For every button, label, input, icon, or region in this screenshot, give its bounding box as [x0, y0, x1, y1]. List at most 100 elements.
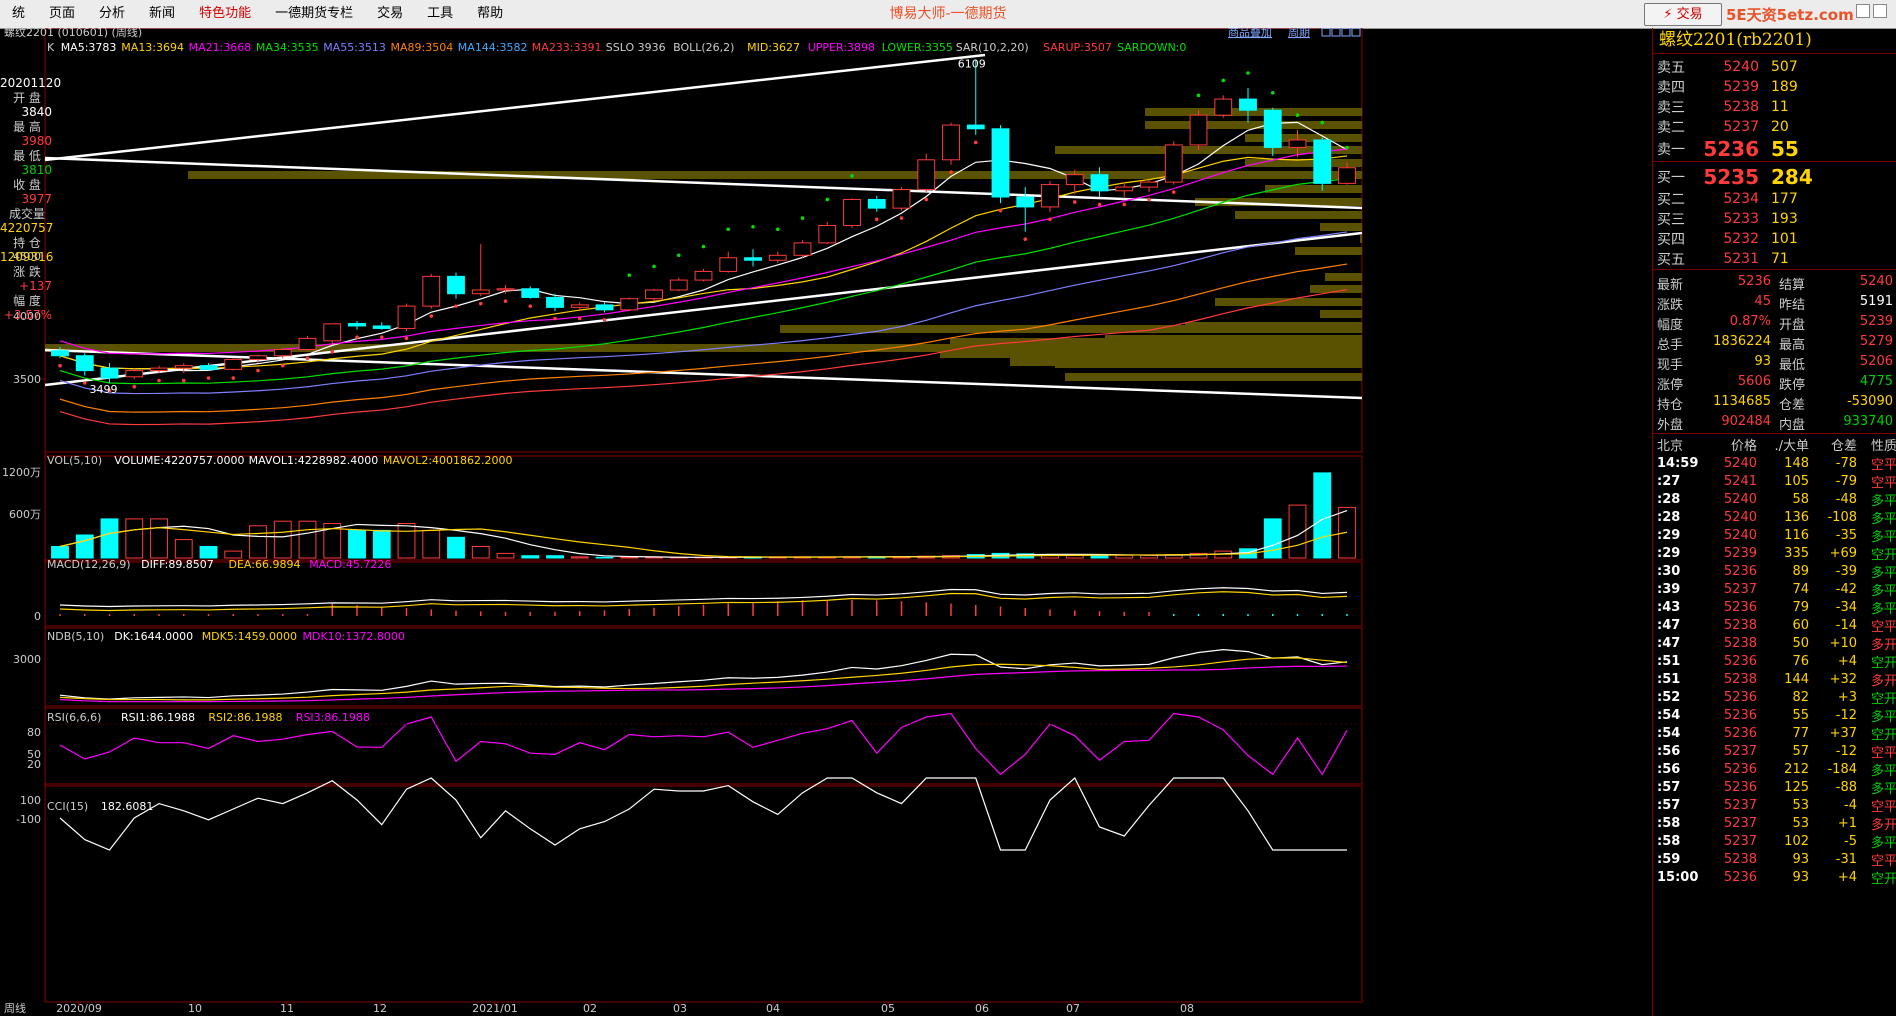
candle-body[interactable]	[892, 189, 911, 209]
tick-row[interactable]: :58 5237 102 -5 多平	[1653, 832, 1896, 851]
tick-row[interactable]: :54 5236 55 -12 多平	[1653, 706, 1896, 725]
tick-row[interactable]: :56 5236 212 -184 多平	[1653, 760, 1896, 779]
candle-body[interactable]	[867, 198, 886, 209]
candle-body[interactable]	[546, 296, 564, 308]
candle-body[interactable]	[1214, 98, 1233, 116]
kline-chart[interactable]: 螺纹2201 (010601) (周线) 商品叠加 周期 K MA5:3783 MA13:…	[0, 28, 1652, 1016]
candle-body[interactable]	[694, 270, 713, 281]
menu-item-5[interactable]: 一德期货专栏	[263, 0, 365, 28]
candle-body[interactable]	[1041, 184, 1059, 208]
candle-body[interactable]	[174, 365, 193, 369]
layout-icon[interactable]	[1341, 28, 1351, 37]
menu-item-6[interactable]: 交易	[365, 0, 415, 28]
candle-body[interactable]	[768, 254, 787, 261]
candle-body[interactable]	[1164, 144, 1183, 183]
candle-body[interactable]	[397, 305, 416, 329]
close-icon[interactable]	[1873, 4, 1887, 18]
menu-item-4[interactable]: 特色功能	[187, 0, 263, 28]
candle-body[interactable]	[595, 304, 614, 311]
tick-row[interactable]: :29 5240 116 -35 多平	[1653, 526, 1896, 545]
candle-body[interactable]	[570, 304, 589, 308]
candle-body[interactable]	[1115, 186, 1134, 192]
candle-body[interactable]	[51, 350, 69, 357]
candle-body[interactable]	[100, 367, 119, 379]
candle-body[interactable]	[843, 198, 861, 227]
candle-body[interactable]	[1263, 109, 1282, 148]
candle-body[interactable]	[199, 365, 218, 370]
candle-body[interactable]	[917, 159, 936, 191]
candle-body[interactable]	[348, 322, 366, 327]
candle-body[interactable]	[793, 242, 812, 256]
candle-body[interactable]	[125, 370, 144, 378]
candle-body[interactable]	[744, 257, 762, 261]
menu-item-2[interactable]: 分析	[87, 0, 137, 28]
tick-row[interactable]: :56 5237 57 -12 空平	[1653, 742, 1896, 761]
candle-body[interactable]	[1065, 174, 1084, 186]
trade-button[interactable]: ⚡ 交易	[1644, 3, 1722, 26]
menu-item-0[interactable]: 统	[0, 0, 37, 28]
menu-item-8[interactable]: 帮助	[465, 0, 515, 28]
candle-body[interactable]	[669, 279, 688, 291]
tick-row[interactable]: :51 5238 144 +32 多开	[1653, 670, 1896, 689]
trend-line[interactable]	[44, 53, 986, 162]
menu-item-3[interactable]: 新闻	[137, 0, 187, 28]
candle-body[interactable]	[719, 257, 738, 272]
candle-body[interactable]	[298, 337, 317, 351]
candle-body[interactable]	[496, 288, 515, 291]
candle-body[interactable]	[1016, 196, 1035, 208]
tick-row[interactable]: :58 5237 53 +1 多开	[1653, 814, 1896, 833]
header-link[interactable]: 周期	[1288, 28, 1310, 39]
header-link[interactable]: 商品叠加	[1228, 28, 1272, 39]
tick-row[interactable]: :47 5238 50 +10 多开	[1653, 634, 1896, 653]
menu-item-7[interactable]: 工具	[415, 0, 465, 28]
candle-body[interactable]	[447, 275, 465, 295]
tick-row[interactable]: :57 5236 125 -88 多平	[1653, 778, 1896, 797]
candle-body[interactable]	[150, 367, 168, 372]
candle-body[interactable]	[966, 124, 985, 130]
candle-body[interactable]	[1090, 174, 1109, 192]
candle-body[interactable]	[818, 225, 837, 244]
tick-row[interactable]: :30 5236 89 -39 多平	[1653, 562, 1896, 581]
tick-row[interactable]: :51 5236 76 +4 空开	[1653, 652, 1896, 671]
minimize-icon[interactable]	[1856, 4, 1870, 18]
tick-row[interactable]: :28 5240 136 -108 多平	[1653, 508, 1896, 527]
candle-body[interactable]	[422, 275, 441, 307]
candle-body[interactable]	[372, 325, 391, 329]
candle-body[interactable]	[323, 323, 342, 342]
candle-body[interactable]	[1189, 114, 1208, 146]
candle-body[interactable]	[1313, 139, 1332, 184]
candle-body[interactable]	[224, 358, 243, 370]
tick-row[interactable]: :59 5238 93 -31 空平	[1653, 850, 1896, 869]
tick-list[interactable]: 北京 价格 ./大单 仓差 性质 14:59 5240 148 -78 空平:27 5241 105 -…	[1653, 434, 1896, 887]
candle-body[interactable]	[75, 355, 94, 372]
candle-body[interactable]	[249, 355, 267, 360]
candle-body[interactable]	[1239, 98, 1257, 111]
tick-row[interactable]: :57 5237 53 -4 空平	[1653, 796, 1896, 815]
candle-body[interactable]	[1140, 181, 1158, 188]
tick-row[interactable]: 14:59 5240 148 -78 空平	[1653, 454, 1896, 473]
menu-item-1[interactable]: 页面	[37, 0, 87, 28]
candle-body[interactable]	[991, 128, 1010, 198]
tick-row[interactable]: :29 5239 335 +69 空开	[1653, 544, 1896, 563]
candle-body[interactable]	[620, 298, 639, 311]
layout-icon[interactable]	[1351, 28, 1361, 37]
chart-area[interactable]: 螺纹2201 (010601) (周线) 商品叠加 周期 K MA5:3783 MA13:…	[0, 28, 1652, 1016]
candle-body[interactable]	[521, 288, 540, 298]
candle-body[interactable]	[942, 124, 960, 161]
tick-row[interactable]: :43 5236 79 -34 多平	[1653, 598, 1896, 617]
tick-row[interactable]: :47 5238 60 -14 空平	[1653, 616, 1896, 635]
candle-body[interactable]	[645, 289, 663, 300]
tick-row[interactable]: :28 5240 58 -48 多平	[1653, 490, 1896, 509]
candle-body[interactable]	[273, 349, 292, 357]
layout-icon[interactable]	[1331, 28, 1341, 37]
tick-row[interactable]: :54 5236 77 +37 空开	[1653, 724, 1896, 743]
trend-line[interactable]	[44, 156, 1363, 210]
tick-row[interactable]: :52 5236 82 +3 空开	[1653, 688, 1896, 707]
layout-icon[interactable]	[1321, 28, 1331, 37]
candle-body[interactable]	[471, 289, 490, 295]
tick-row[interactable]: :27 5241 105 -79 空平	[1653, 472, 1896, 491]
candle-body[interactable]	[1288, 139, 1307, 148]
tick-row[interactable]: :39 5237 74 -42 多平	[1653, 580, 1896, 599]
candle-body[interactable]	[1338, 167, 1356, 184]
tick-row[interactable]: 15:00 5236 93 +4 空开	[1653, 868, 1896, 887]
